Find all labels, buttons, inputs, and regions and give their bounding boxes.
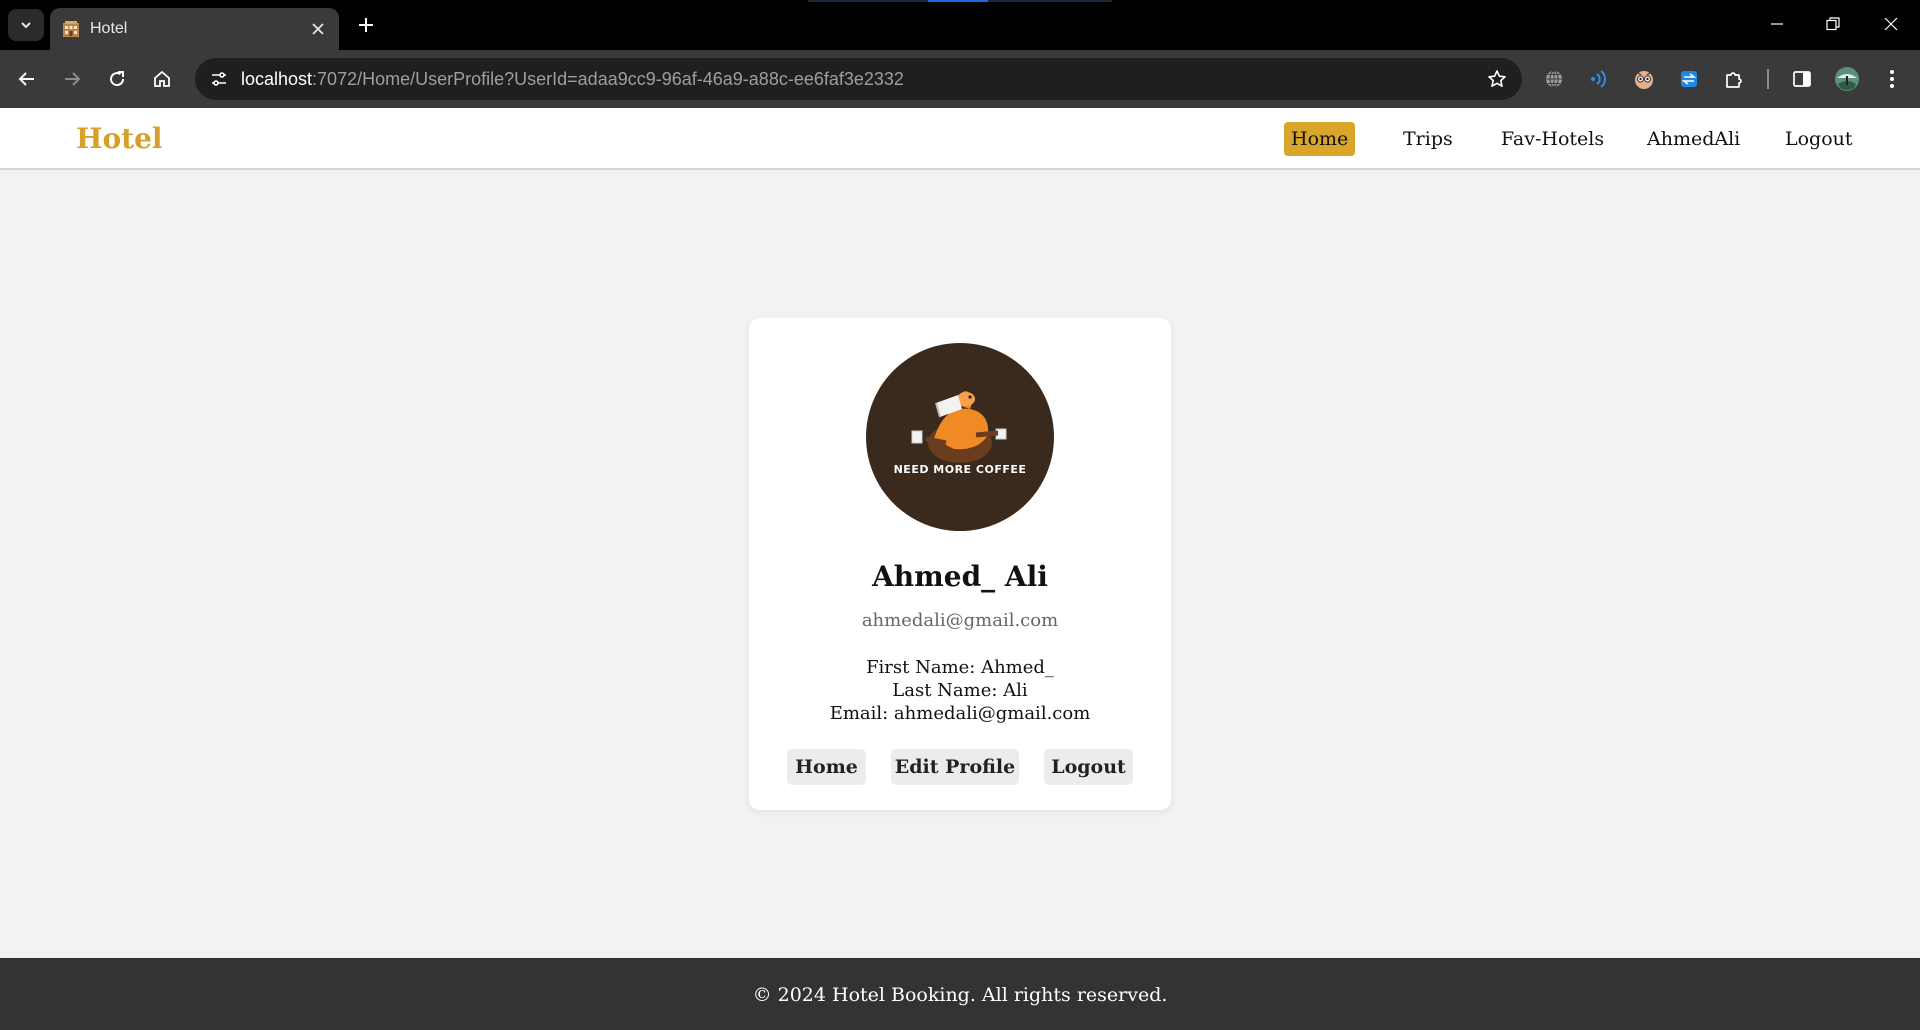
toolbar-separator: [1767, 69, 1769, 89]
tab-strip-highlight: [808, 0, 1112, 2]
nav-user-profile[interactable]: AhmedAli: [1640, 122, 1747, 156]
owl-extension-icon[interactable]: [1628, 63, 1660, 95]
minimize-button[interactable]: [1754, 6, 1800, 42]
arrow-left-icon: [18, 72, 34, 86]
forward-button[interactable]: [56, 63, 88, 95]
read-aloud-extension-icon[interactable]: [1583, 63, 1615, 95]
reload-icon: [110, 71, 125, 87]
hotel-favicon-icon: [62, 20, 80, 38]
back-button[interactable]: [11, 63, 43, 95]
close-icon: [1884, 17, 1898, 31]
close-tab-icon[interactable]: [307, 18, 329, 40]
side-panel-icon[interactable]: [1786, 63, 1818, 95]
reload-button[interactable]: [101, 63, 133, 95]
site-settings-icon[interactable]: [203, 63, 235, 95]
plus-icon: [359, 18, 373, 32]
profile-email: ahmedali@gmail.com: [861, 610, 1059, 631]
nav-logout[interactable]: Logout: [1778, 122, 1860, 156]
home-button[interactable]: [146, 63, 178, 95]
tab-search-button[interactable]: [8, 9, 44, 41]
home-button[interactable]: Home: [787, 749, 866, 785]
footer-copyright: © 2024 Hotel Booking. All rights reserve…: [752, 984, 1168, 1006]
translate-extension-icon[interactable]: [1673, 63, 1705, 95]
nav-home[interactable]: Home: [1284, 122, 1356, 156]
address-bar[interactable]: localhost:7072/Home/UserProfile?UserId=a…: [195, 58, 1522, 100]
profile-avatar: NEED MORE COFFEE: [866, 343, 1054, 531]
brand-logo[interactable]: Hotel: [76, 108, 163, 170]
profile-card: NEED MORE COFFEE Ahmed_ Ali ahmedali@gma…: [749, 318, 1171, 810]
chevron-down-icon: [21, 22, 31, 29]
url-text: localhost:7072/Home/UserProfile?UserId=a…: [241, 58, 904, 100]
last-name-line: Last Name: Ali: [892, 680, 1028, 701]
puzzle-extensions-icon[interactable]: [1718, 63, 1750, 95]
profile-full-name: Ahmed_ Ali: [872, 560, 1048, 593]
edit-profile-button[interactable]: Edit Profile: [891, 749, 1019, 785]
tab-title: Hotel: [90, 20, 128, 37]
url-path: :7072/Home/UserProfile?UserId=adaa9cc9-9…: [312, 69, 904, 89]
profile-avatar-icon[interactable]: [1831, 63, 1863, 95]
restore-icon: [1826, 17, 1840, 31]
email-line: Email: ahmedali@gmail.com: [829, 703, 1091, 724]
browser-tab[interactable]: Hotel: [50, 8, 339, 50]
restore-button[interactable]: [1810, 6, 1856, 42]
new-tab-button[interactable]: [352, 11, 380, 39]
close-window-button[interactable]: [1868, 6, 1914, 42]
minimize-icon: [1771, 23, 1783, 25]
bookmark-star-icon[interactable]: [1482, 64, 1512, 94]
site-footer: © 2024 Hotel Booking. All rights reserve…: [0, 958, 1920, 1030]
home-icon: [154, 70, 170, 87]
browser-toolbar: localhost:7072/Home/UserProfile?UserId=a…: [0, 50, 1920, 108]
url-host: localhost: [241, 69, 313, 89]
arrow-right-icon: [65, 72, 81, 86]
browser-tab-strip: Hotel: [0, 0, 1920, 50]
coffee-camel-illustration: [911, 391, 1007, 463]
site-navbar: Hotel Home Trips Fav-Hotels AhmedAli Log…: [0, 108, 1920, 170]
avatar-caption: NEED MORE COFFEE: [893, 463, 1027, 476]
menu-kebab-icon[interactable]: [1876, 63, 1908, 95]
nav-fav-hotels[interactable]: Fav-Hotels: [1494, 122, 1611, 156]
globe-extension-icon[interactable]: [1538, 63, 1570, 95]
logout-button[interactable]: Logout: [1044, 749, 1133, 785]
first-name-line: First Name: Ahmed_: [866, 657, 1054, 678]
nav-trips[interactable]: Trips: [1396, 122, 1460, 156]
